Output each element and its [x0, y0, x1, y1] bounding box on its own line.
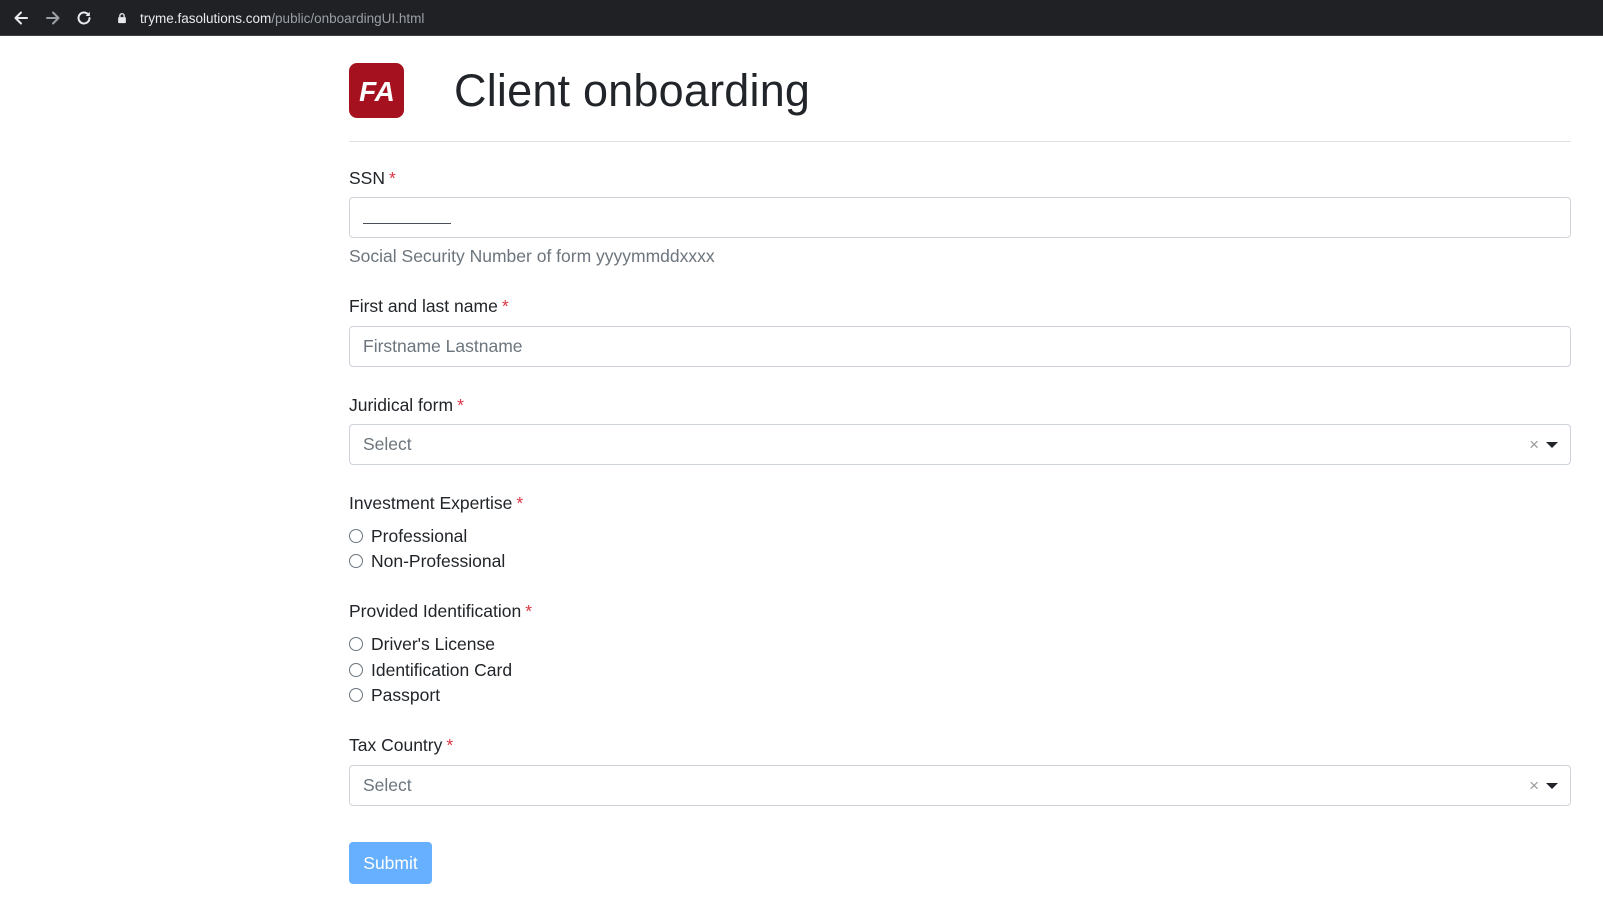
- url-path: /public/onboardingUI.html: [271, 10, 425, 26]
- page-header: FA Client onboarding: [349, 36, 1571, 142]
- radio-option-drivers-license[interactable]: Driver's License: [349, 633, 495, 655]
- required-marker: *: [446, 735, 454, 755]
- back-arrow-icon[interactable]: [9, 6, 33, 30]
- fa-logo-mark: FA: [359, 76, 395, 106]
- submit-button[interactable]: Submit: [349, 842, 432, 884]
- required-marker: *: [525, 601, 533, 621]
- chevron-down-icon[interactable]: [1546, 442, 1558, 448]
- name-input-placeholder: Firstname Lastname: [363, 336, 523, 356]
- investment-expertise-label: Investment Expertise *: [349, 492, 523, 514]
- forward-arrow-icon[interactable]: [41, 6, 65, 30]
- onboarding-container: FA Client onboarding SSN * Social Securit…: [349, 36, 1571, 884]
- required-marker: *: [501, 296, 509, 316]
- page-title: Client onboarding: [454, 65, 811, 116]
- ssn-input[interactable]: [349, 197, 1571, 238]
- chevron-down-icon[interactable]: [1546, 783, 1558, 789]
- radio-button[interactable]: [349, 637, 363, 651]
- required-marker: *: [388, 168, 396, 188]
- juridical-form-placeholder: Select: [363, 434, 412, 454]
- ssn-label-text: SSN: [349, 168, 385, 188]
- juridical-form-label-text: Juridical form: [349, 395, 454, 415]
- investment-expertise-label-text: Investment Expertise: [349, 493, 513, 513]
- radio-button[interactable]: [349, 554, 363, 568]
- provided-identification-label-text: Provided Identification: [349, 601, 522, 621]
- ssn-label: SSN *: [349, 167, 396, 189]
- ssn-help-text: Social Security Number of form yyyymmddx…: [349, 246, 715, 266]
- radio-label: Identification Card: [371, 660, 513, 680]
- name-input[interactable]: Firstname Lastname: [349, 326, 1571, 367]
- tax-country-label: Tax Country *: [349, 734, 453, 756]
- browser-toolbar: tryme.fasolutions.com/public/onboardingU…: [0, 0, 1603, 36]
- radio-label: Passport: [371, 685, 441, 705]
- fa-logo: FA: [349, 63, 404, 118]
- radio-option-identification-card[interactable]: Identification Card: [349, 659, 512, 681]
- radio-button[interactable]: [349, 529, 363, 543]
- radio-button[interactable]: [349, 663, 363, 677]
- provided-identification-label: Provided Identification *: [349, 600, 532, 622]
- clear-icon[interactable]: ×: [1529, 435, 1539, 455]
- juridical-form-select[interactable]: Select ×: [349, 424, 1571, 465]
- lock-icon: [116, 11, 130, 25]
- url-text: tryme.fasolutions.com/public/onboardingU…: [140, 11, 424, 26]
- tax-country-label-text: Tax Country: [349, 735, 443, 755]
- name-label: First and last name *: [349, 295, 509, 317]
- radio-option-passport[interactable]: Passport: [349, 684, 440, 706]
- svg-text:FA: FA: [359, 76, 395, 106]
- radio-label: Non-Professional: [371, 551, 506, 571]
- name-label-text: First and last name: [349, 296, 498, 316]
- tax-country-placeholder: Select: [363, 775, 412, 795]
- required-marker: *: [516, 493, 524, 513]
- clear-icon[interactable]: ×: [1529, 776, 1539, 796]
- ssn-input-mask: [363, 223, 451, 224]
- reload-icon[interactable]: [72, 6, 96, 30]
- url-host: tryme.fasolutions.com: [140, 10, 272, 26]
- address-bar[interactable]: tryme.fasolutions.com/public/onboardingU…: [106, 5, 1603, 31]
- radio-label: Driver's License: [371, 634, 495, 654]
- required-marker: *: [457, 395, 464, 415]
- radio-option-professional[interactable]: Professional: [349, 525, 467, 547]
- tax-country-select[interactable]: Select ×: [349, 765, 1571, 806]
- radio-label: Professional: [371, 526, 468, 546]
- radio-option-non-professional[interactable]: Non-Professional: [349, 550, 505, 572]
- radio-button[interactable]: [349, 688, 363, 702]
- juridical-form-label: Juridical form *: [349, 394, 464, 416]
